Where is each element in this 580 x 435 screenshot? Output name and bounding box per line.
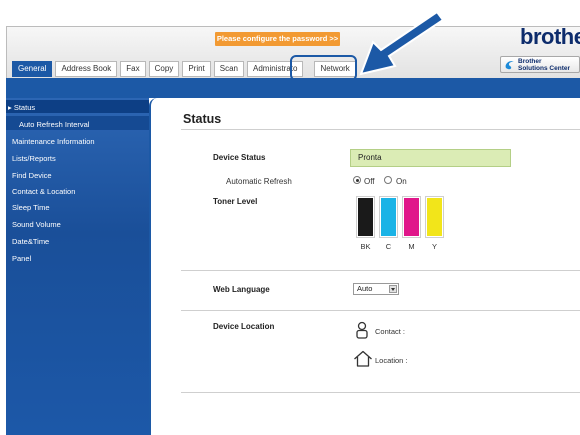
toner-label-m: M <box>408 242 415 251</box>
sidebar-item-lists-reports[interactable]: Lists/Reports <box>12 154 56 163</box>
title-divider <box>181 129 580 130</box>
toner-bar-bk <box>358 198 373 236</box>
sidebar-item-auto-refresh-interval[interactable]: Auto Refresh Interval <box>19 120 89 129</box>
solutions-center-button[interactable]: Brother Solutions Center <box>500 56 580 73</box>
location-label: Location : <box>375 356 408 365</box>
device-location-label: Device Location <box>213 322 275 331</box>
auto-refresh-label: Automatic Refresh <box>226 177 292 186</box>
location-house-icon <box>354 350 372 367</box>
chevron-down-icon[interactable] <box>389 285 397 293</box>
web-language-label: Web Language <box>213 285 270 294</box>
auto-refresh-off-label: Off <box>364 177 375 186</box>
device-status-label: Device Status <box>213 153 266 162</box>
language-divider <box>181 310 580 311</box>
tab-address-book[interactable]: Address Book <box>55 61 118 77</box>
sidebar-item-date-time[interactable]: Date&Time <box>12 237 49 246</box>
pointer-arrow-icon <box>359 10 445 76</box>
toner-bar-c <box>381 198 396 236</box>
tab-fax[interactable]: Fax <box>120 61 146 77</box>
toner-label-bk: BK <box>360 242 371 251</box>
tab-general[interactable]: General <box>12 61 53 77</box>
toner-bar-m <box>404 198 419 236</box>
auto-refresh-off-radio[interactable] <box>353 176 361 184</box>
tab-scan[interactable]: Scan <box>213 61 244 77</box>
sidebar-item-contact-location[interactable]: Contact & Location <box>12 187 75 196</box>
password-warning-link[interactable]: Please configure the password >> <box>215 32 340 46</box>
web-language-value: Auto <box>357 284 373 293</box>
sidebar: ▸ Status Auto Refresh Interval Maintenan… <box>6 98 149 435</box>
contact-label: Contact : <box>375 327 406 336</box>
toner-divider <box>181 270 580 271</box>
sidebar-item-status[interactable]: ▸ Status <box>8 103 35 112</box>
contact-person-icon <box>356 321 368 339</box>
sidebar-item-find-device[interactable]: Find Device <box>12 171 52 180</box>
auto-refresh-on-label: On <box>396 177 407 186</box>
solutions-center-label-1: Brother <box>518 58 542 65</box>
toner-bar-y <box>427 198 442 236</box>
page-title: Status <box>183 112 222 126</box>
device-status-value: Pronta <box>350 149 511 167</box>
toner-label-y: Y <box>431 242 437 251</box>
tab-copy[interactable]: Copy <box>148 61 180 77</box>
sidebar-item-sleep-time[interactable]: Sleep Time <box>12 203 50 212</box>
tab-print[interactable]: Print <box>182 61 211 77</box>
sidebar-item-sound-volume[interactable]: Sound Volume <box>12 220 61 229</box>
auto-refresh-on-radio[interactable] <box>384 176 392 184</box>
toner-label-c: C <box>385 242 392 251</box>
solutions-center-icon <box>505 61 514 70</box>
sidebar-item-panel[interactable]: Panel <box>12 254 31 263</box>
brother-logo: brother <box>520 24 580 49</box>
solutions-center-label-2: Solutions Center <box>518 65 571 72</box>
location-divider <box>181 392 580 393</box>
web-language-select[interactable]: Auto <box>353 283 399 295</box>
toner-level-label: Toner Level <box>213 197 258 206</box>
tab-underline-bar <box>6 78 580 98</box>
sidebar-item-maintenance-information[interactable]: Maintenance Information <box>12 137 95 146</box>
